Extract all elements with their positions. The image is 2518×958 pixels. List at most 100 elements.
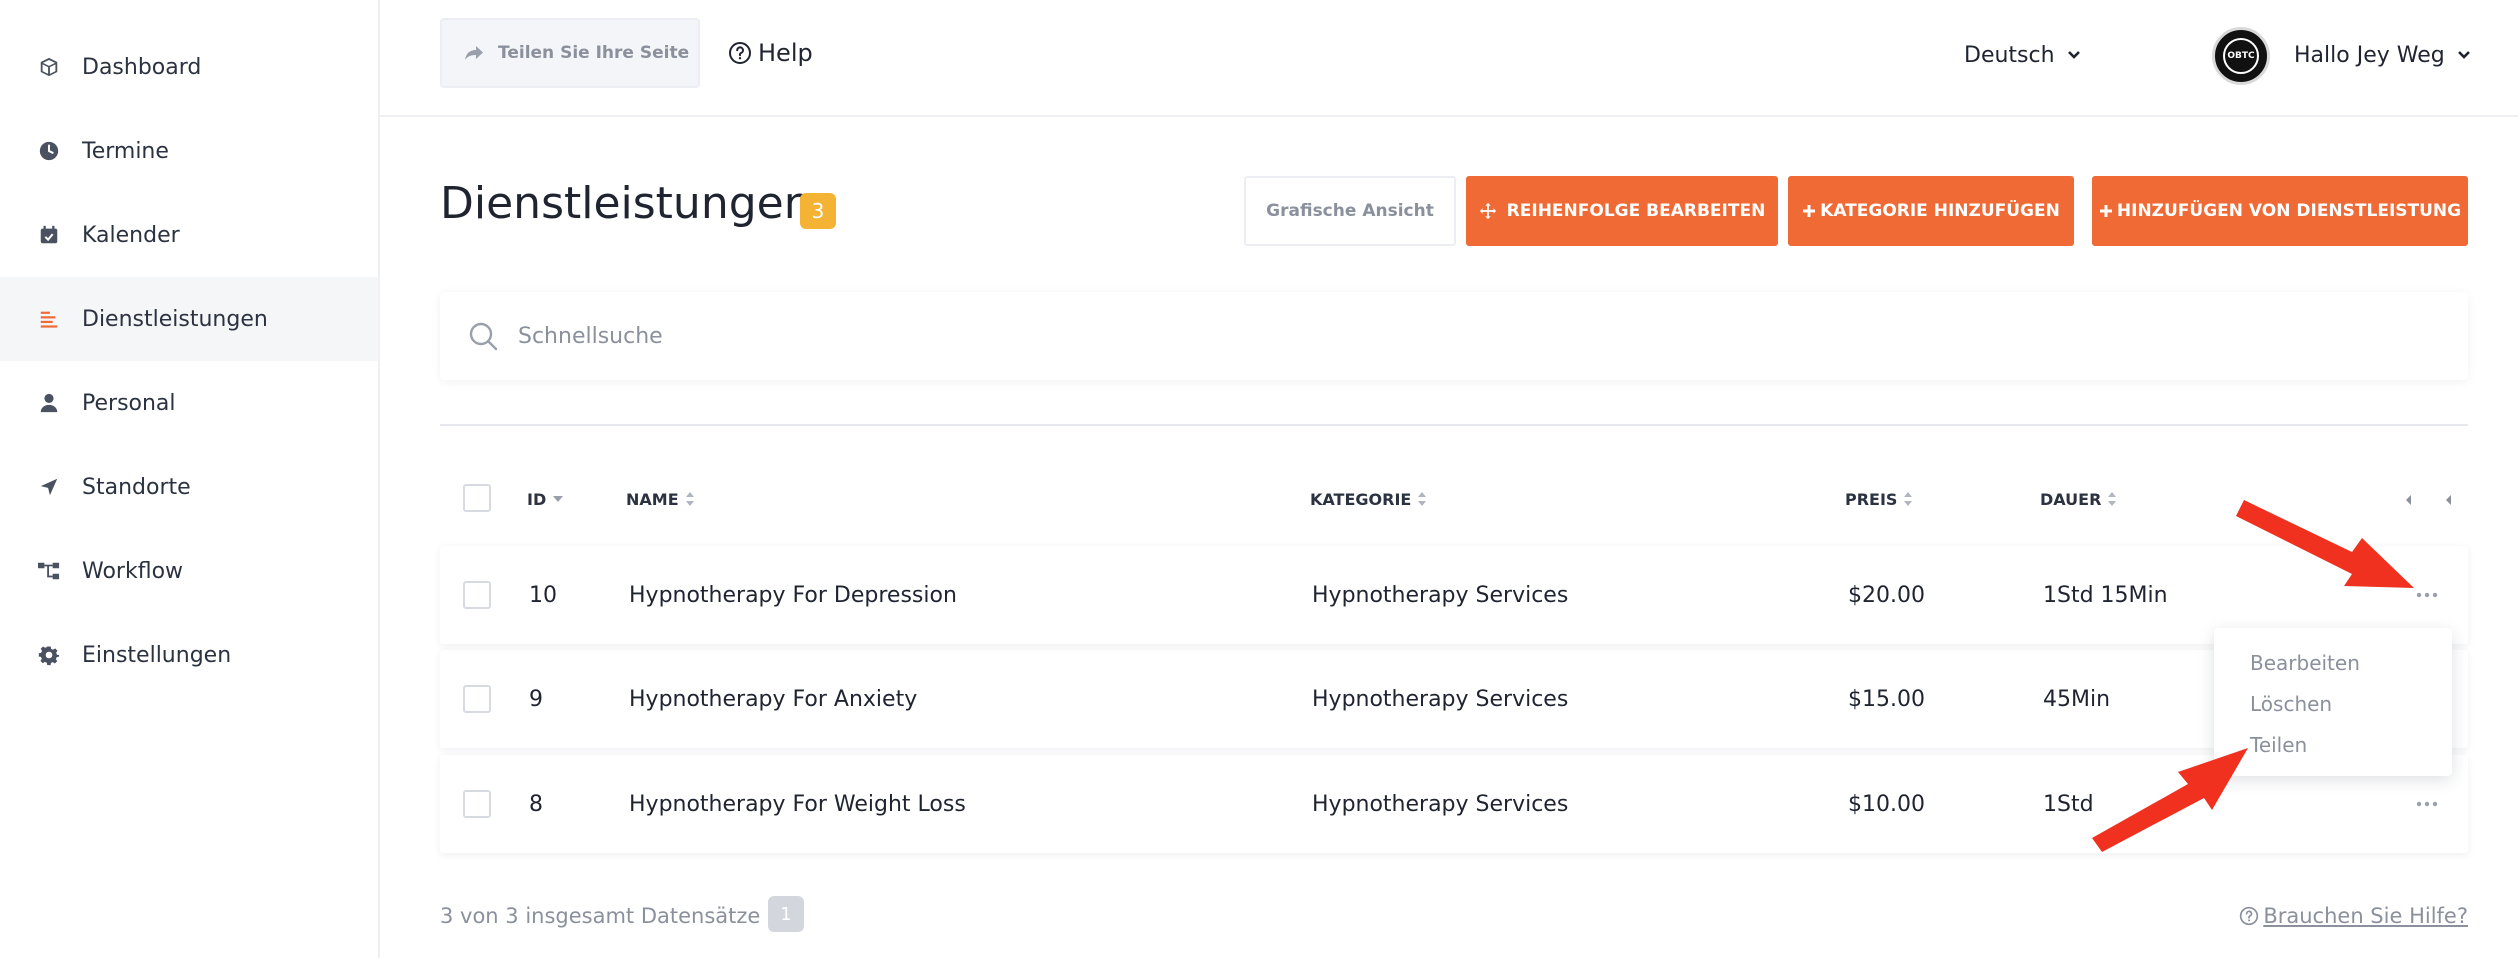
cube-icon xyxy=(36,54,62,80)
help-label: Help xyxy=(758,39,813,67)
reorder-button[interactable]: REIHENFOLGE BEARBEITEN xyxy=(1466,176,1778,246)
page-title: Dienstleistungen xyxy=(440,178,812,229)
column-header-duration[interactable]: DAUER xyxy=(2040,486,2117,512)
sort-icon xyxy=(2108,492,2117,506)
menu-item-edit[interactable]: Bearbeiten xyxy=(2214,642,2452,683)
cell-id: 10 xyxy=(529,582,557,608)
location-arrow-icon xyxy=(36,474,62,500)
sidebar-item-standorte[interactable]: Standorte xyxy=(0,445,378,529)
sidebar-item-dashboard[interactable]: Dashboard xyxy=(0,25,378,109)
sort-icon xyxy=(1418,492,1427,506)
share-page-button[interactable]: Teilen Sie Ihre Seite xyxy=(440,18,700,88)
table-row[interactable]: 10 Hypnotherapy For Depression Hypnother… xyxy=(440,546,2468,644)
cell-name: Hypnotherapy For Weight Loss xyxy=(629,791,966,817)
column-header-id[interactable]: ID xyxy=(527,486,564,512)
search-bar xyxy=(440,292,2468,380)
cell-id: 8 xyxy=(529,791,543,817)
calendar-check-icon xyxy=(36,222,62,248)
cell-name: Hypnotherapy For Depression xyxy=(629,582,957,608)
clock-icon xyxy=(36,138,62,164)
question-circle-icon xyxy=(729,42,751,64)
column-header-label: KATEGORIE xyxy=(1310,489,1412,509)
user-menu[interactable]: Hallo Jey Weg xyxy=(2294,32,2471,78)
column-header-category[interactable]: KATEGORIE xyxy=(1310,486,1427,512)
add-category-label: KATEGORIE HINZUFÜGEN xyxy=(1820,201,2060,221)
search-input[interactable] xyxy=(518,323,2118,349)
cell-price: $20.00 xyxy=(1848,582,1925,608)
share-arrow-icon xyxy=(465,46,483,60)
table-row[interactable]: 8 Hypnotherapy For Weight Loss Hypnother… xyxy=(440,755,2468,853)
chevron-down-icon xyxy=(2067,51,2080,59)
help-link[interactable]: Help xyxy=(728,18,813,88)
sidebar-item-workflow[interactable]: Workflow xyxy=(0,529,378,613)
cell-duration: 1Std 15Min xyxy=(2043,582,2168,608)
column-header-price[interactable]: PREIS xyxy=(1845,486,1913,512)
reorder-label: REIHENFOLGE BEARBEITEN xyxy=(1506,201,1766,221)
sort-desc-icon xyxy=(553,496,564,502)
sort-icon xyxy=(685,492,694,506)
sidebar-item-label: Standorte xyxy=(82,474,191,500)
sidebar-item-personal[interactable]: Personal xyxy=(0,361,378,445)
add-category-button[interactable]: KATEGORIE HINZUFÜGEN xyxy=(1788,176,2074,246)
person-icon xyxy=(36,390,62,416)
column-header-label: NAME xyxy=(626,489,679,509)
add-service-label: HINZUFÜGEN VON DIENSTLEISTUNG xyxy=(2116,201,2462,221)
question-circle-icon xyxy=(2240,906,2259,926)
menu-item-share[interactable]: Teilen xyxy=(2214,724,2452,765)
sidebar-item-label: Termine xyxy=(82,138,169,164)
records-count: 3 von 3 insgesamt Datensätze xyxy=(440,904,761,928)
language-label: Deutsch xyxy=(1964,42,2055,68)
sidebar-item-termine[interactable]: Termine xyxy=(0,109,378,193)
sidebar-item-label: Dashboard xyxy=(82,54,202,80)
workflow-icon xyxy=(36,558,62,584)
need-help-label: Brauchen Sie Hilfe? xyxy=(2263,904,2468,928)
avatar[interactable]: OBTC xyxy=(2212,27,2270,85)
cell-duration: 1Std xyxy=(2043,791,2094,817)
cell-id: 9 xyxy=(529,686,543,712)
sidebar-item-label: Workflow xyxy=(82,558,184,584)
move-icon xyxy=(1479,202,1496,220)
language-selector[interactable]: Deutsch xyxy=(1964,32,2081,78)
column-header-label: PREIS xyxy=(1845,489,1898,509)
row-checkbox[interactable] xyxy=(463,790,491,818)
sort-icon xyxy=(1904,492,1913,506)
sidebar-item-dienstleistungen[interactable]: Dienstleistungen xyxy=(0,277,378,361)
plus-icon xyxy=(1803,205,1816,217)
row-checkbox[interactable] xyxy=(463,685,491,713)
cell-category: Hypnotherapy Services xyxy=(1312,686,1569,712)
more-options-icon[interactable] xyxy=(2412,789,2442,819)
table-row[interactable]: 9 Hypnotherapy For Anxiety Hypnotherapy … xyxy=(440,650,2468,748)
cell-price: $15.00 xyxy=(1848,686,1925,712)
need-help-link[interactable]: Brauchen Sie Hilfe? xyxy=(2239,896,2468,936)
cell-name: Hypnotherapy For Anxiety xyxy=(629,686,918,712)
count-badge: 3 xyxy=(800,193,836,229)
sidebar-item-label: Personal xyxy=(82,390,176,416)
more-options-icon[interactable] xyxy=(2412,580,2442,610)
gear-icon xyxy=(36,642,62,668)
cell-duration: 45Min xyxy=(2043,686,2111,712)
sidebar-item-label: Dienstleistungen xyxy=(82,306,268,332)
plus-icon xyxy=(2099,205,2112,217)
select-all-checkbox[interactable] xyxy=(463,484,491,512)
column-header-label: DAUER xyxy=(2040,489,2102,509)
user-greeting: Hallo Jey Weg xyxy=(2294,42,2445,68)
add-service-button[interactable]: HINZUFÜGEN VON DIENSTLEISTUNG xyxy=(2092,176,2468,246)
column-header-name[interactable]: NAME xyxy=(626,486,695,512)
scroll-columns-left-icon[interactable] xyxy=(2438,490,2458,510)
menu-item-delete[interactable]: Löschen xyxy=(2214,683,2452,724)
row-checkbox[interactable] xyxy=(463,581,491,609)
sidebar: Dashboard Termine Kalender Dienstleistun… xyxy=(0,0,380,958)
pagination-page[interactable]: 1 xyxy=(768,896,804,932)
sidebar-item-kalender[interactable]: Kalender xyxy=(0,193,378,277)
sidebar-item-einstellungen[interactable]: Einstellungen xyxy=(0,613,378,697)
list-icon xyxy=(36,306,62,332)
cell-category: Hypnotherapy Services xyxy=(1312,791,1569,817)
avatar-logo: OBTC xyxy=(2223,38,2259,74)
scroll-columns-left-icon[interactable] xyxy=(2398,490,2418,510)
graphic-view-button[interactable]: Grafische Ansicht xyxy=(1244,176,1456,246)
chevron-down-icon xyxy=(2457,51,2470,59)
column-header-label: ID xyxy=(527,489,547,509)
sidebar-item-label: Einstellungen xyxy=(82,642,232,668)
search-icon xyxy=(469,322,498,351)
share-page-label: Teilen Sie Ihre Seite xyxy=(498,43,690,63)
